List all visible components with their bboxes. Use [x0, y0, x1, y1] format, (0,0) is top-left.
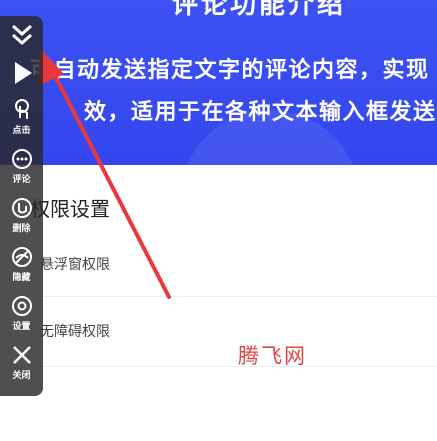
close-tool-button[interactable]: 关闭	[0, 343, 43, 381]
click-tool-button[interactable]: 点击	[0, 98, 43, 136]
settings-tool-label: 设置	[12, 322, 31, 332]
close-icon	[12, 346, 31, 364]
comment-icon	[11, 149, 32, 169]
floating-toolbar: 点击 评论 删除 隐藏 设置 关闭	[0, 16, 43, 396]
finger-tap-icon	[14, 99, 29, 119]
banner-description-line-1: 可自动发送指定文字的评论内容，实现	[30, 58, 430, 83]
play-button[interactable]	[0, 60, 43, 86]
collapse-button[interactable]	[0, 22, 43, 48]
click-tool-label: 点击	[12, 126, 31, 136]
delete-hand-icon	[11, 198, 32, 218]
collapse-chevrons-icon	[11, 24, 32, 46]
banner-title: 评论功能介绍	[172, 0, 347, 20]
comment-tool-label: 评论	[12, 175, 31, 185]
close-tool-label: 关闭	[12, 371, 31, 381]
banner-description-line-2: 效，适用于在各种文本输入框发送文字	[84, 100, 437, 125]
divider	[40, 296, 437, 297]
overlay-permission-item[interactable]: 悬浮窗权限	[40, 254, 110, 274]
settings-tool-button[interactable]: 设置	[0, 294, 43, 332]
hide-tool-label: 隐藏	[12, 273, 31, 283]
comment-tool-button[interactable]: 评论	[0, 147, 43, 185]
delete-tool-label: 删除	[12, 224, 31, 234]
hide-eye-icon	[11, 247, 32, 267]
watermark-text: 腾飞网	[238, 344, 307, 368]
accessibility-permission-item[interactable]: 无障碍权限	[40, 321, 110, 341]
delete-tool-button[interactable]: 删除	[0, 196, 43, 234]
feature-banner: 评论功能介绍 可自动发送指定文字的评论内容，实现 效，适用于在各种文本输入框发送…	[0, 0, 437, 165]
hide-tool-button[interactable]: 隐藏	[0, 245, 43, 283]
play-icon	[14, 62, 32, 84]
settings-icon	[11, 296, 32, 316]
